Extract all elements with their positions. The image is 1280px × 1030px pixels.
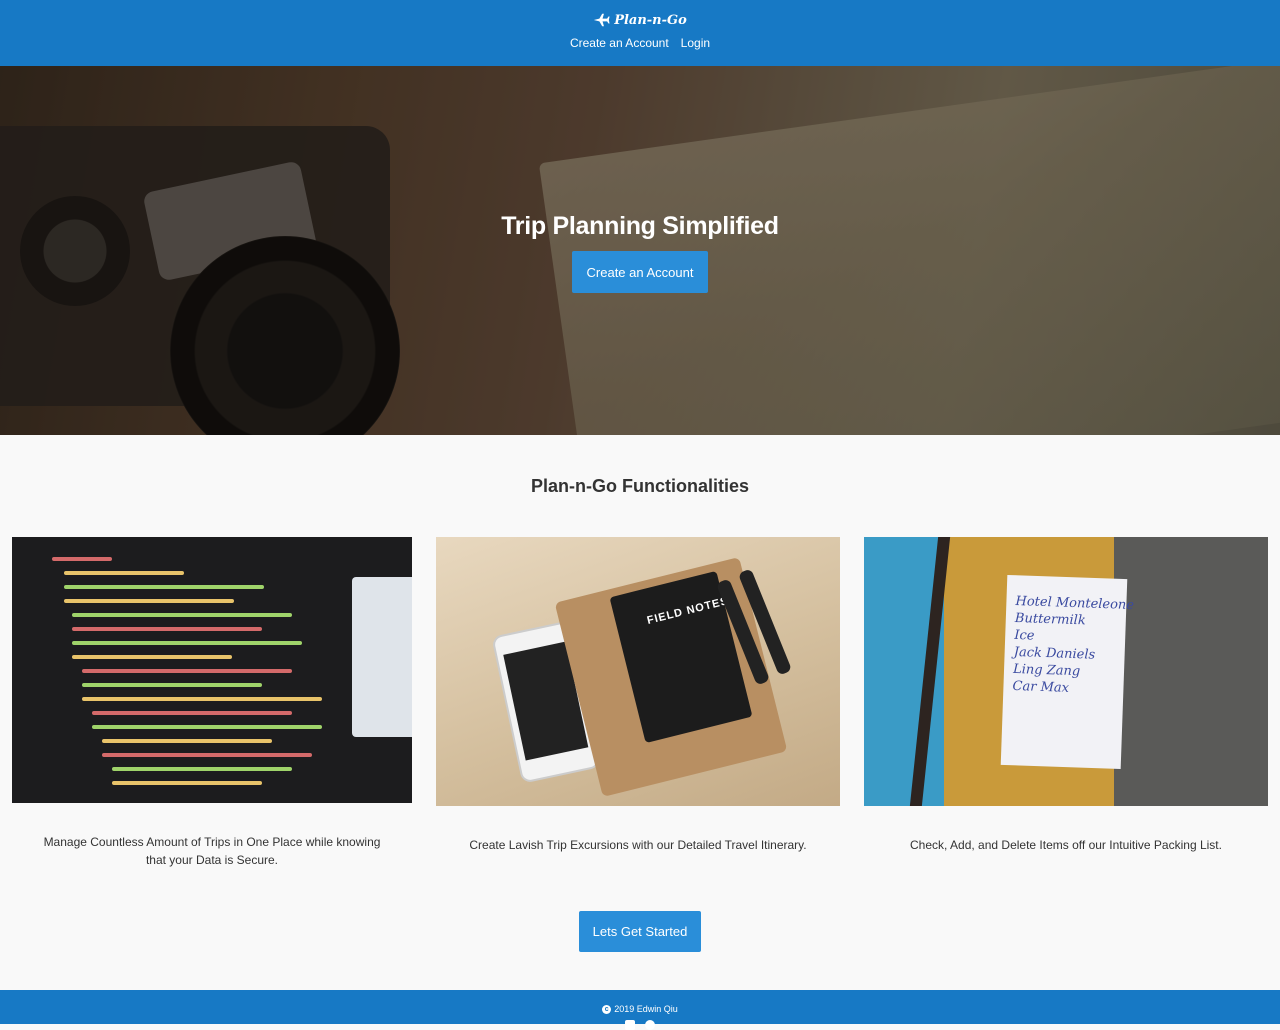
footer-social-icons xyxy=(0,1020,1280,1030)
navbar: Plan-n-Go Create an Account Login xyxy=(0,0,1280,66)
copyright-icon: c xyxy=(602,1004,612,1014)
packing-note-text: Hotel Monteleone Buttermilk Ice Jack Dan… xyxy=(1012,593,1135,696)
feature-image-notebook: FIELD NOTES xyxy=(436,537,840,806)
nav-login-link[interactable]: Login xyxy=(681,36,710,50)
feature-text-trips: Manage Countless Amount of Trips in One … xyxy=(43,835,381,867)
footer: c 2019 Edwin Qiu xyxy=(0,990,1280,1030)
feature-image-packing-list: Hotel Monteleone Buttermilk Ice Jack Dan… xyxy=(864,537,1268,806)
brand[interactable]: Plan-n-Go xyxy=(0,10,1280,30)
feature-image-code xyxy=(12,537,412,803)
nav-create-account-link[interactable]: Create an Account xyxy=(570,36,669,50)
social-icon-1[interactable] xyxy=(625,1020,635,1030)
features-title: Plan-n-Go Functionalities xyxy=(530,476,749,496)
hero-banner: Trip Planning Simplified Create an Accou… xyxy=(0,66,1280,435)
airplane-icon xyxy=(593,13,610,27)
brand-name[interactable]: Plan-n-Go xyxy=(614,13,687,28)
hero-create-account-button[interactable]: Create an Account xyxy=(572,251,708,293)
nav-links: Create an Account Login xyxy=(0,36,1280,50)
footer-copyright-text: 2019 Edwin Qiu xyxy=(614,1004,678,1014)
social-icon-2[interactable] xyxy=(645,1020,655,1030)
get-started-button[interactable]: Lets Get Started xyxy=(579,911,701,952)
footer-copyright: c 2019 Edwin Qiu xyxy=(0,1004,1280,1014)
hero-title: Trip Planning Simplified xyxy=(501,212,779,240)
feature-text-packing-list: Check, Add, and Delete Items off our Int… xyxy=(910,838,1222,852)
feature-text-itinerary: Create Lavish Trip Excursions with our D… xyxy=(469,838,807,852)
